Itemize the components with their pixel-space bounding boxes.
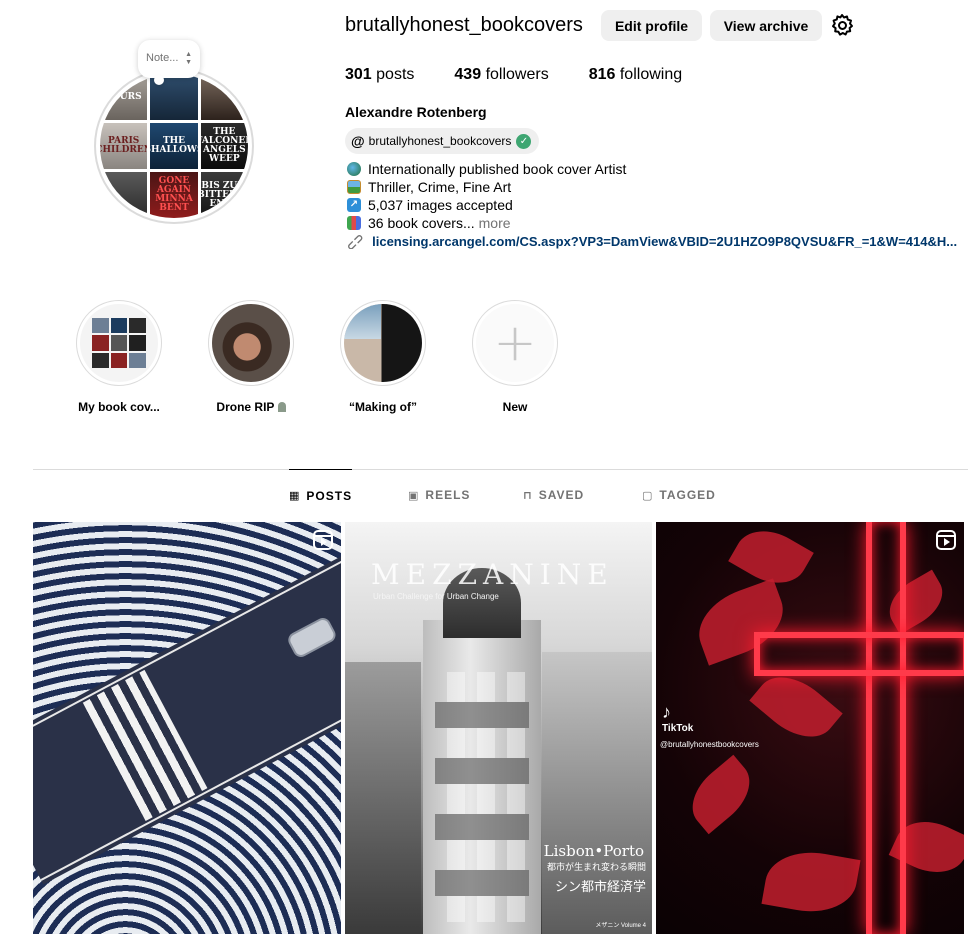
highlight-thumbnail [212,304,290,382]
view-archive-button[interactable]: View archive [710,10,822,41]
note-placeholder: Note... [146,52,179,64]
highlight-drone-rip[interactable]: Drone RIP [206,300,296,414]
tab-posts[interactable]: ▦ POSTS [289,469,353,521]
note-bubble[interactable]: Note... ▲ ▼ [138,40,200,85]
highlight-thumbnail [344,304,422,382]
post-caption: 都市が生まれ変わる瞬間 [546,862,646,872]
tab-saved[interactable]: ⊓ SAVED [523,469,584,521]
highlight-label: Drone RIP [206,400,296,414]
avatar-cover [200,74,248,120]
posts-stat: 301 posts [345,66,415,83]
framed-picture-icon [347,180,361,194]
highlight-label: My book cov... [78,400,160,414]
bio-line: Thriller, Crime, Fine Art [347,178,626,196]
road-graphic [33,526,341,885]
avatar-cover-collage: ECURS PARIS CHILDREN THE SHALLOWS THE FA… [100,74,248,218]
books-icon [347,216,361,230]
tagged-person-icon: ▢ [642,489,654,502]
highlight-new[interactable]: + New [470,300,560,414]
following-stat[interactable]: 816 following [589,66,682,84]
profile-stats: 301 posts 439 followers 816 following [345,66,722,84]
headstone-icon [277,402,286,412]
followers-stat[interactable]: 439 followers [454,66,548,84]
note-stepper-icon: ▲ ▼ [185,51,192,66]
grid-icon: ▦ [289,490,301,502]
tiktok-icon: ♪ [662,702,671,722]
plus-icon: + [476,304,554,382]
settings-gear-icon[interactable] [830,13,854,37]
bookmark-icon: ⊓ [523,489,533,502]
bio-more-link[interactable]: more [479,214,511,232]
threads-badge[interactable]: @ brutallyhonest_bookcovers ✓ [345,128,540,154]
highlight-my-book-covers[interactable]: My book cov... [74,300,164,414]
highlight-thumbnail [80,304,158,382]
highlight-label: “Making of” [349,400,417,414]
bio-line: ↗ 5,037 images accepted [347,196,626,214]
bio-line: Internationally published book cover Art… [347,160,626,178]
verified-check-icon: ✓ [516,133,532,149]
profile-username: brutallyhonest_bookcovers [345,14,583,36]
avatar-cover [100,172,148,218]
threads-handle: brutallyhonest_bookcovers [368,134,512,148]
profile-bio: Internationally published book cover Art… [347,160,626,232]
post-subtitle: Urban Challenge for Urban Change [373,592,499,601]
post-thumbnail[interactable] [33,522,341,934]
edit-profile-button[interactable]: Edit profile [601,10,702,41]
up-right-arrow-icon: ↗ [347,198,361,212]
highlight-label: New [502,400,528,414]
tab-tagged[interactable]: ▢ TAGGED [642,469,716,521]
neon-cross [866,522,906,934]
profile-full-name: Alexandre Rotenberg [345,104,487,120]
globe-icon [347,162,361,176]
avatar-cover: GONE AGAIN MINNA BENT [150,172,198,218]
reel-icon [936,530,956,550]
tiktok-watermark: ♪ TikTok [662,702,694,734]
avatar-cover: ECURS [100,74,148,120]
post-thumbnail[interactable]: MEZZANINE Urban Challenge for Urban Chan… [345,522,652,934]
threads-icon: @ [351,133,365,149]
link-chain-icon: ⊂⊃ [345,234,368,249]
profile-external-link[interactable]: ⊂⊃ licensing.arcangel.com/CS.aspx?VP3=Da… [345,234,965,249]
tiktok-handle: @brutallyhonestbookcovers [660,740,759,749]
bio-line: 36 book covers... more [347,214,626,232]
reel-icon [313,530,333,550]
highlight-making-of[interactable]: “Making of” [338,300,428,414]
post-title: MEZZANINE [371,558,614,591]
avatar-cover: THE SHALLOWS [150,123,198,169]
avatar-cover: PARIS CHILDREN [100,123,148,169]
post-caption: メザニン Volume 4 [595,923,646,929]
tab-reels[interactable]: ▣ REELS [408,469,470,521]
profile-avatar[interactable]: ECURS PARIS CHILDREN THE SHALLOWS THE FA… [92,68,258,226]
avatar-cover: BIS ZUM BITTEREN ENDE [200,172,248,218]
profile-tabs: ▦ POSTS ▣ REELS ⊓ SAVED ▢ TAGGED [0,469,973,521]
avatar-cover: THE FALCONER ANGELS WEEP [200,123,248,169]
post-thumbnail[interactable]: ♪ TikTok @brutallyhonestbookcovers [656,522,964,934]
post-caption: Lisbon•Porto [543,842,644,860]
reels-icon: ▣ [408,489,420,502]
post-caption: シン都市経済学 [554,880,646,895]
